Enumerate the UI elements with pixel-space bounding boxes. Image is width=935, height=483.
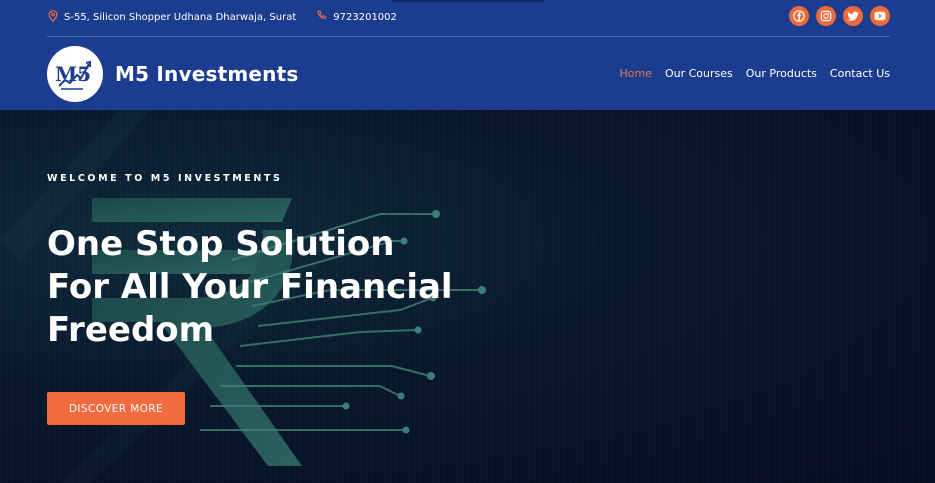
brand-name[interactable]: M5 Investments (115, 62, 298, 86)
phone-item[interactable]: 9723201002 (316, 10, 397, 24)
main-navigation: Home Our Courses Our Products Contact Us (619, 67, 890, 80)
discover-more-button[interactable]: DISCOVER MORE (47, 392, 185, 425)
brand-link[interactable]: M5 M5 Investments (47, 46, 298, 102)
header-divider (47, 36, 890, 37)
location-pin-icon (48, 9, 64, 25)
hero-eyebrow: WELCOME TO M5 INVESTMENTS (47, 173, 283, 184)
hero-headline: One Stop Solution For All Your Financial… (47, 223, 507, 352)
address-item: S-55, Silicon Shopper Udhana Dharwaja, S… (48, 9, 297, 25)
address-text: S-55, Silicon Shopper Udhana Dharwaja, S… (64, 11, 297, 23)
headline-line-3: Freedom (47, 310, 215, 350)
headline-line-1: One Stop Solution (47, 224, 395, 264)
instagram-icon[interactable] (816, 6, 836, 26)
hero-section: WELCOME TO M5 INVESTMENTS One Stop Solut… (0, 110, 935, 483)
facebook-icon[interactable] (789, 6, 809, 26)
nav-contact-us[interactable]: Contact Us (830, 67, 890, 80)
m5-logo[interactable]: M5 (47, 46, 103, 102)
site-header: S-55, Silicon Shopper Udhana Dharwaja, S… (0, 0, 935, 110)
nav-our-courses[interactable]: Our Courses (665, 67, 733, 80)
twitter-icon[interactable] (843, 6, 863, 26)
contact-info-bar: S-55, Silicon Shopper Udhana Dharwaja, S… (48, 9, 397, 25)
phone-text[interactable]: 9723201002 (333, 12, 397, 23)
social-links (789, 6, 890, 26)
phone-icon (316, 10, 333, 24)
youtube-icon[interactable] (870, 6, 890, 26)
nav-our-products[interactable]: Our Products (746, 67, 817, 80)
logo-text: M5 (55, 62, 91, 86)
browser-tab-edge (392, 0, 544, 2)
headline-line-2: For All Your Financial (47, 267, 453, 307)
nav-home[interactable]: Home (619, 67, 651, 80)
